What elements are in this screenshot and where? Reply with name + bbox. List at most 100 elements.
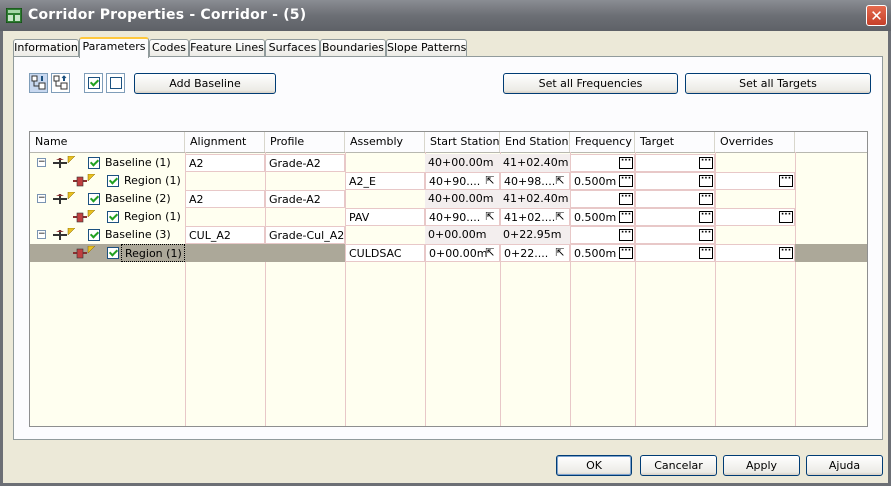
table-row[interactable]: Region (1) A2_E 40+90.... ⇱ 40+98.... ⇱ … <box>30 172 867 190</box>
region-checkbox[interactable] <box>107 211 119 223</box>
overrides-ellipsis-button[interactable]: ··· <box>779 175 793 187</box>
close-button[interactable]: ✕ <box>866 5 887 26</box>
table-row[interactable]: Region (1) PAV 40+90.... ⇱ 41+02.... ⇱ 0… <box>30 208 867 226</box>
frequency-ellipsis-button[interactable]: ··· <box>619 211 633 223</box>
tab-feature-lines[interactable]: Feature Lines <box>189 39 265 56</box>
collapse-all-button[interactable] <box>51 73 70 93</box>
row-name: Baseline (1) <box>105 156 171 169</box>
target-ellipsis-button[interactable]: ··· <box>699 211 713 223</box>
tree-collapse-icon[interactable]: − <box>37 230 46 239</box>
header-start-station[interactable]: Start Station <box>425 132 500 152</box>
frequency-ellipsis-button[interactable]: ··· <box>619 247 633 259</box>
header-frequency[interactable]: Frequency <box>570 132 635 152</box>
frequency-ellipsis-button[interactable]: ··· <box>619 229 633 241</box>
overrides-ellipsis-button[interactable]: ··· <box>779 247 793 259</box>
assembly-cell[interactable]: A2_E <box>345 172 425 190</box>
expand-all-button[interactable] <box>29 73 48 93</box>
table-row-selected[interactable]: Region (1) CULDSAC 0+00.00m ⇱ 0+22.... ⇱… <box>30 244 867 262</box>
profile-cell[interactable] <box>265 244 345 262</box>
start-station-cell[interactable]: 40+00.00m <box>425 190 500 208</box>
header-end-station[interactable]: End Station <box>500 132 570 152</box>
tab-boundaries[interactable]: Boundaries <box>320 39 386 56</box>
apply-button[interactable]: Apply <box>723 455 800 476</box>
header-alignment[interactable]: Alignment <box>185 132 265 152</box>
tab-surfaces[interactable]: Surfaces <box>265 39 320 56</box>
baseline-grid: Name Alignment Profile Assembly Start St… <box>29 131 868 427</box>
baseline-checkbox[interactable] <box>88 157 100 169</box>
tree-collapse-icon[interactable]: − <box>37 158 46 167</box>
baseline-checkbox[interactable] <box>88 229 100 241</box>
table-row[interactable]: − Baseline (1) A2 Grade-A2 40+00.00m 41+… <box>30 154 867 172</box>
pick-station-icon[interactable]: ⇱ <box>553 174 567 188</box>
baseline-icon <box>53 192 76 204</box>
add-baseline-button[interactable]: Add Baseline <box>134 73 276 94</box>
overrides-ellipsis-button[interactable]: ··· <box>779 211 793 223</box>
baseline-checkbox[interactable] <box>88 193 100 205</box>
region-checkbox[interactable] <box>107 247 119 259</box>
alignment-cell[interactable]: A2 <box>185 190 265 208</box>
header-assembly[interactable]: Assembly <box>345 132 425 152</box>
window-title: Corridor Properties - Corridor - (5) <box>28 7 307 23</box>
start-station-cell[interactable]: 40+00.00m <box>425 154 500 172</box>
tree-collapse-icon[interactable]: − <box>37 194 46 203</box>
set-all-frequencies-button[interactable]: Set all Frequencies <box>503 73 678 94</box>
pick-station-icon[interactable]: ⇱ <box>483 174 497 188</box>
alignment-cell[interactable]: A2 <box>185 154 265 172</box>
pick-station-icon[interactable]: ⇱ <box>483 246 497 260</box>
parameters-panel: Add Baseline Set all Frequencies Set all… <box>13 56 883 440</box>
corridor-app-icon <box>6 8 22 23</box>
header-profile[interactable]: Profile <box>265 132 345 152</box>
target-ellipsis-button[interactable]: ··· <box>699 247 713 259</box>
help-button[interactable]: Ajuda <box>806 455 883 476</box>
profile-cell[interactable]: Grade-A2 <box>265 190 345 208</box>
assembly-cell[interactable]: CULDSAC <box>345 244 425 262</box>
close-icon: ✕ <box>870 7 883 25</box>
title-bar: Corridor Properties - Corridor - (5) ✕ <box>0 0 891 32</box>
cancel-button[interactable]: Cancelar <box>640 455 717 476</box>
end-station-cell[interactable]: 0+22.95m <box>500 226 570 244</box>
check-all-button[interactable] <box>84 73 103 93</box>
set-all-targets-button[interactable]: Set all Targets <box>685 73 871 94</box>
pick-station-icon[interactable]: ⇱ <box>553 246 567 260</box>
pick-station-icon[interactable]: ⇱ <box>483 210 497 224</box>
region-icon <box>73 246 96 259</box>
alignment-cell[interactable]: CUL_A2 <box>185 226 265 244</box>
pick-station-icon[interactable]: ⇱ <box>553 210 567 224</box>
ok-button[interactable]: OK <box>556 455 632 476</box>
end-station-cell[interactable]: 41+02.40m <box>500 190 570 208</box>
row-name: Baseline (2) <box>105 192 171 205</box>
header-name[interactable]: Name <box>30 132 185 152</box>
row-name: Region (1) <box>124 210 181 223</box>
table-row[interactable]: − Baseline (2) A2 Grade-A2 40+00.00m 41+… <box>30 190 867 208</box>
target-ellipsis-button[interactable]: ··· <box>699 193 713 205</box>
region-icon <box>73 174 96 187</box>
row-name: Region (1) <box>124 174 181 187</box>
target-ellipsis-button[interactable]: ··· <box>699 175 713 187</box>
header-target[interactable]: Target <box>635 132 715 152</box>
baseline-icon <box>53 156 76 168</box>
target-ellipsis-button[interactable]: ··· <box>699 157 713 169</box>
region-checkbox[interactable] <box>107 175 119 187</box>
end-station-cell[interactable]: 41+02.40m <box>500 154 570 172</box>
profile-cell[interactable]: Grade-A2 <box>265 154 345 172</box>
table-row[interactable]: − Baseline (3) CUL_A2 Grade-Cul_A2 0+00.… <box>30 226 867 244</box>
start-station-cell[interactable]: 0+00.00m <box>425 226 500 244</box>
tab-information[interactable]: Information <box>13 39 79 56</box>
alignment-cell[interactable] <box>185 244 265 262</box>
frequency-ellipsis-button[interactable]: ··· <box>619 157 633 169</box>
row-name: Region (1) <box>121 244 185 262</box>
frequency-ellipsis-button[interactable]: ··· <box>619 193 633 205</box>
tab-parameters[interactable]: Parameters <box>79 37 149 58</box>
collapse-tree-icon <box>53 75 68 90</box>
tab-codes[interactable]: Codes <box>149 39 189 56</box>
uncheck-all-button[interactable] <box>106 73 125 93</box>
frequency-ellipsis-button[interactable]: ··· <box>619 175 633 187</box>
baseline-icon <box>53 228 76 240</box>
target-ellipsis-button[interactable]: ··· <box>699 229 713 241</box>
grid-header: Name Alignment Profile Assembly Start St… <box>30 132 867 153</box>
profile-cell[interactable]: Grade-Cul_A2 <box>265 226 345 244</box>
header-overrides[interactable]: Overrides <box>715 132 795 152</box>
region-icon <box>73 210 96 223</box>
assembly-cell[interactable]: PAV <box>345 208 425 226</box>
tab-slope-patterns[interactable]: Slope Patterns <box>386 39 467 56</box>
